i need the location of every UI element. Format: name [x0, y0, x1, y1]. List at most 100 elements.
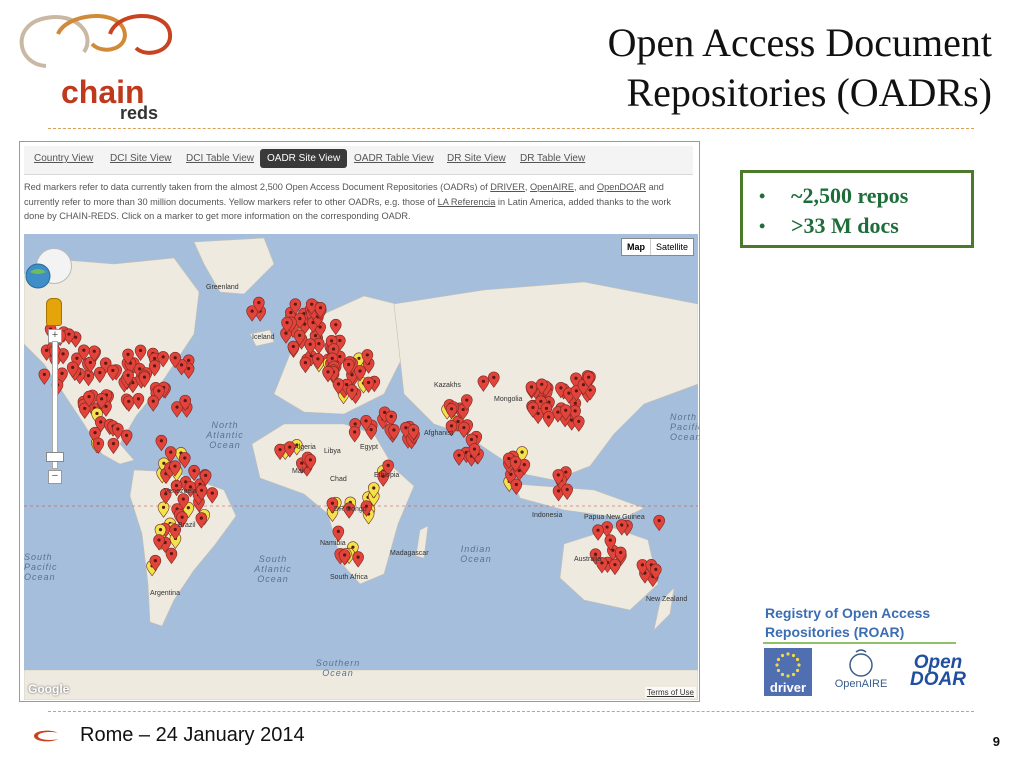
map-marker-dot	[181, 497, 185, 501]
openaire-logo: OpenAIRE	[826, 648, 896, 696]
tab-country-view[interactable]: Country View	[34, 153, 93, 164]
map-marker-dot	[449, 424, 454, 428]
map-marker-dot	[308, 458, 312, 462]
tab-dr-site-view[interactable]: DR Site View	[447, 153, 506, 164]
map-marker-dot	[547, 415, 551, 419]
ocean-label-south-pacific: South Pacific Ocean	[24, 552, 58, 582]
map-marker-dot	[291, 344, 295, 349]
link-opendoar[interactable]: OpenDOAR	[597, 182, 646, 192]
tab-dr-table-view[interactable]: DR Table View	[520, 153, 585, 164]
map-marker-dot	[257, 300, 261, 305]
map-marker-red[interactable]	[178, 452, 191, 469]
eu-star-icon	[775, 663, 779, 667]
map-marker-dot	[509, 472, 513, 476]
zoom-slider-handle[interactable]	[46, 452, 64, 462]
map-marker-dot	[289, 310, 293, 315]
world-map-canvas[interactable]	[24, 234, 698, 700]
tab-oadr-table-view[interactable]: OADR Table View	[354, 153, 434, 164]
map-marker-dot	[127, 399, 131, 403]
opendoar-logo: Open DOAR	[908, 653, 968, 689]
map-marker-dot	[531, 405, 535, 410]
map-marker-dot	[654, 567, 658, 571]
map-marker-dot	[250, 309, 254, 313]
map-marker-dot	[60, 371, 64, 375]
land-label-afghanistan: Afghanist	[424, 430, 454, 437]
map-marker-dot	[111, 442, 116, 446]
map-marker-dot	[83, 406, 87, 411]
map-marker-red[interactable]	[120, 429, 133, 446]
land-label-indonesia: Indonesia	[532, 512, 563, 519]
bullet-icon: •	[759, 216, 766, 236]
map-marker-dot	[104, 361, 108, 365]
map-marker-dot	[116, 427, 120, 431]
map-marker-dot	[364, 419, 368, 423]
map-type-satellite-button[interactable]: Satellite	[651, 239, 693, 255]
earth-view-icon[interactable]	[24, 262, 52, 290]
map-marker-dot	[564, 470, 568, 474]
map-marker-dot	[389, 414, 393, 419]
map-marker-dot	[588, 388, 592, 392]
map-marker-dot	[392, 428, 396, 432]
map-marker-dot	[342, 553, 347, 557]
eu-star-icon	[786, 652, 790, 656]
map-marker-dot	[573, 401, 577, 405]
tab-oadr-site-view[interactable]: OADR Site View	[260, 149, 348, 168]
land-label-papua: Papua New Guinea	[584, 514, 645, 521]
map-type-map-button[interactable]: Map	[622, 239, 651, 255]
world-map[interactable]: + − Map Satellite North Atlantic Ocean S…	[24, 234, 699, 700]
land-label-new-zealand: New Zealand	[646, 596, 688, 603]
map-marker-dot	[570, 418, 574, 422]
link-openaire[interactable]: OpenAIRE	[530, 182, 574, 192]
land-label-madagascar: Madagascar	[390, 550, 429, 557]
map-marker-dot	[657, 519, 661, 523]
map-marker-dot	[157, 389, 161, 393]
map-marker-dot	[520, 450, 524, 454]
map-marker-dot	[153, 364, 157, 368]
map-marker-dot	[619, 550, 623, 555]
ocean-label-indian: Indian Ocean	[460, 544, 492, 564]
street-view-pegman-icon[interactable]	[46, 298, 62, 326]
map-marker-dot	[104, 404, 108, 408]
zoom-slider-rail[interactable]	[52, 341, 58, 469]
map-marker-dot	[157, 538, 161, 542]
link-la-referencia[interactable]: LA Referencia	[438, 197, 496, 207]
map-marker-dot	[404, 426, 408, 430]
land-label-dr-congo: DR Congo	[334, 506, 367, 513]
terms-of-use-link[interactable]: Terms of Use	[644, 687, 696, 698]
map-marker-dot	[161, 505, 166, 509]
map-marker-dot	[574, 389, 578, 393]
map-marker-dot	[204, 473, 208, 477]
map-marker-red[interactable]	[453, 449, 465, 466]
map-marker-dot	[350, 373, 354, 377]
map-marker-dot	[310, 302, 314, 306]
map-marker-red[interactable]	[38, 368, 51, 385]
land-label-chad: Chad	[330, 476, 347, 483]
map-marker-dot	[462, 425, 466, 430]
map-marker-dot	[353, 430, 357, 434]
repository-stats-box: • ~2,500 repos • >33 M docs	[740, 170, 974, 248]
map-marker-red[interactable]	[155, 434, 168, 452]
map-marker-dot	[573, 409, 577, 413]
link-driver[interactable]: DRIVER	[490, 182, 525, 192]
map-marker-dot	[88, 360, 92, 365]
map-marker-red[interactable]	[147, 395, 160, 412]
map-marker-dot	[174, 484, 179, 488]
zoom-out-button[interactable]: −	[48, 470, 62, 484]
map-marker-red[interactable]	[653, 514, 665, 532]
map-marker-dot	[611, 548, 615, 552]
map-marker-dot	[67, 332, 71, 336]
tab-dci-table-view[interactable]: DCI Table View	[186, 153, 254, 164]
driver-logo-text: driver	[769, 680, 807, 695]
land-label-brazil: Brazil	[178, 522, 196, 529]
map-marker-dot	[620, 523, 624, 527]
land-label-mongolia: Mongolia	[494, 396, 523, 403]
tab-dci-site-view[interactable]: DCI Site View	[110, 153, 172, 164]
slide-title: Open Access Document Repositories (OADRs…	[392, 18, 992, 118]
map-marker-dot	[99, 397, 104, 401]
stat-docs-text: >33 M docs	[791, 213, 899, 238]
map-marker-dot	[142, 375, 147, 379]
land-label-algeria: Algeria	[294, 444, 316, 451]
map-marker-dot	[300, 461, 304, 465]
map-type-control: Map Satellite	[620, 238, 694, 256]
map-marker-dot	[161, 355, 165, 359]
